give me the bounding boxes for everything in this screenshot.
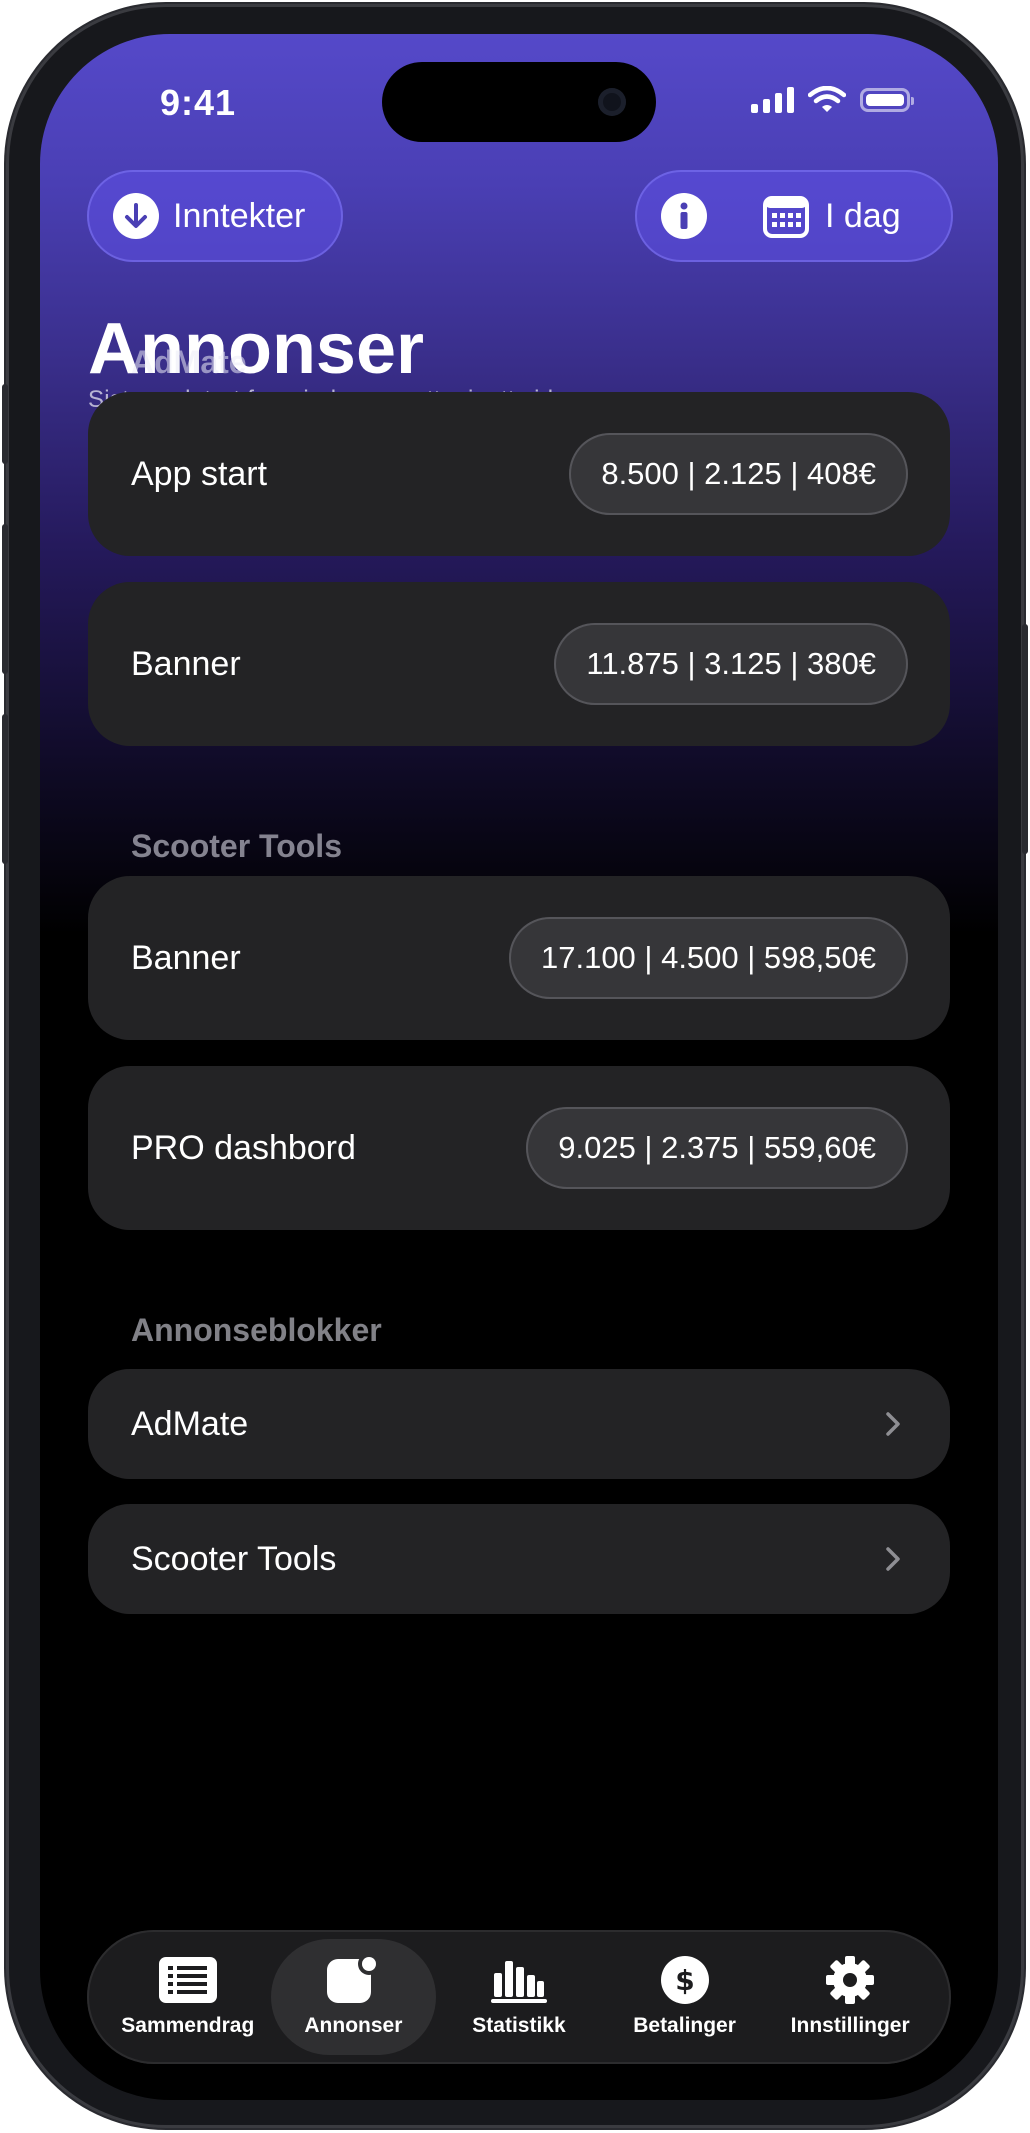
- chart-bars-icon: [490, 1956, 547, 2004]
- ad-row-scooter-banner[interactable]: Banner 17.100 | 4.500 | 598,50€: [88, 876, 950, 1040]
- svg-text:$: $: [675, 1964, 694, 1997]
- income-button[interactable]: Inntekter: [87, 170, 343, 262]
- status-icons: [751, 86, 914, 114]
- ad-row-pro-dashbord[interactable]: PRO dashbord 9.025 | 2.375 | 559,60€: [88, 1066, 950, 1230]
- income-button-label: Inntekter: [173, 196, 306, 235]
- row-label: Banner: [131, 644, 241, 683]
- tab-innstillinger[interactable]: Innstillinger: [767, 1939, 933, 2055]
- tab-bar: Sammendrag Annonser Statistikk $ Betalin…: [87, 1930, 951, 2064]
- app-badge-icon: [327, 1955, 380, 2004]
- status-time: 9:41: [160, 82, 237, 123]
- dynamic-island: [382, 62, 656, 142]
- section-header-admate: AdMate: [131, 344, 247, 380]
- row-label: PRO dashbord: [131, 1128, 356, 1167]
- date-button[interactable]: I dag: [763, 194, 901, 238]
- tab-sammendrag[interactable]: Sammendrag: [105, 1939, 271, 2055]
- battery-icon: [860, 88, 914, 112]
- camera-icon: [598, 88, 626, 116]
- list-icon: [158, 1956, 217, 2004]
- row-label: Banner: [131, 938, 241, 977]
- ad-block-scooter-tools[interactable]: Scooter Tools: [88, 1504, 950, 1614]
- ad-row-admate-banner[interactable]: Banner 11.875 | 3.125 | 380€: [88, 582, 950, 746]
- tab-label: Innstillinger: [790, 2014, 910, 2037]
- stats-pill: 8.500 | 2.125 | 408€: [569, 433, 908, 515]
- chevron-right-icon: [878, 1544, 908, 1574]
- dollar-circle-icon: $: [660, 1956, 710, 2004]
- volume-down-button: [2, 714, 8, 864]
- row-label: Scooter Tools: [131, 1539, 337, 1578]
- tab-betalinger[interactable]: $ Betalinger: [602, 1939, 768, 2055]
- row-label: AdMate: [131, 1404, 249, 1443]
- date-button-label: I dag: [825, 196, 901, 235]
- gear-icon: [825, 1956, 875, 2004]
- tab-label: Annonser: [304, 2014, 403, 2037]
- tab-label: Betalinger: [633, 2014, 736, 2037]
- wifi-icon: [808, 86, 846, 112]
- stats-pill: 11.875 | 3.125 | 380€: [554, 623, 908, 705]
- row-label: App start: [131, 454, 268, 493]
- ad-row-app-start[interactable]: App start 8.500 | 2.125 | 408€: [88, 392, 950, 556]
- screen: 9:41 Inntekter I dag Annonser AdMate App…: [40, 34, 998, 2100]
- arrow-down-circle-icon: [113, 193, 159, 239]
- action-button: [2, 384, 8, 464]
- volume-up-button: [2, 524, 8, 674]
- chevron-right-icon: [878, 1409, 908, 1439]
- stats-pill: 9.025 | 2.375 | 559,60€: [526, 1107, 908, 1189]
- signal-icon: [751, 87, 794, 113]
- phone-frame: 9:41 Inntekter I dag Annonser AdMate App…: [2, 4, 1028, 2128]
- section-header-scooter-tools: Scooter Tools: [131, 828, 342, 864]
- section-header-ad-blocks: Annonseblokker: [131, 1312, 382, 1348]
- stats-pill: 17.100 | 4.500 | 598,50€: [508, 917, 908, 999]
- date-filter-group: I dag: [635, 170, 953, 262]
- ad-block-admate[interactable]: AdMate: [88, 1369, 950, 1479]
- tab-annonser[interactable]: Annonser: [270, 1939, 437, 2055]
- tab-statistikk[interactable]: Statistikk: [436, 1939, 602, 2055]
- calendar-icon: [763, 196, 809, 238]
- tab-label: Sammendrag: [121, 2014, 255, 2037]
- tab-label: Statistikk: [472, 2014, 566, 2037]
- side-button: [1022, 624, 1028, 854]
- info-icon[interactable]: [661, 193, 707, 239]
